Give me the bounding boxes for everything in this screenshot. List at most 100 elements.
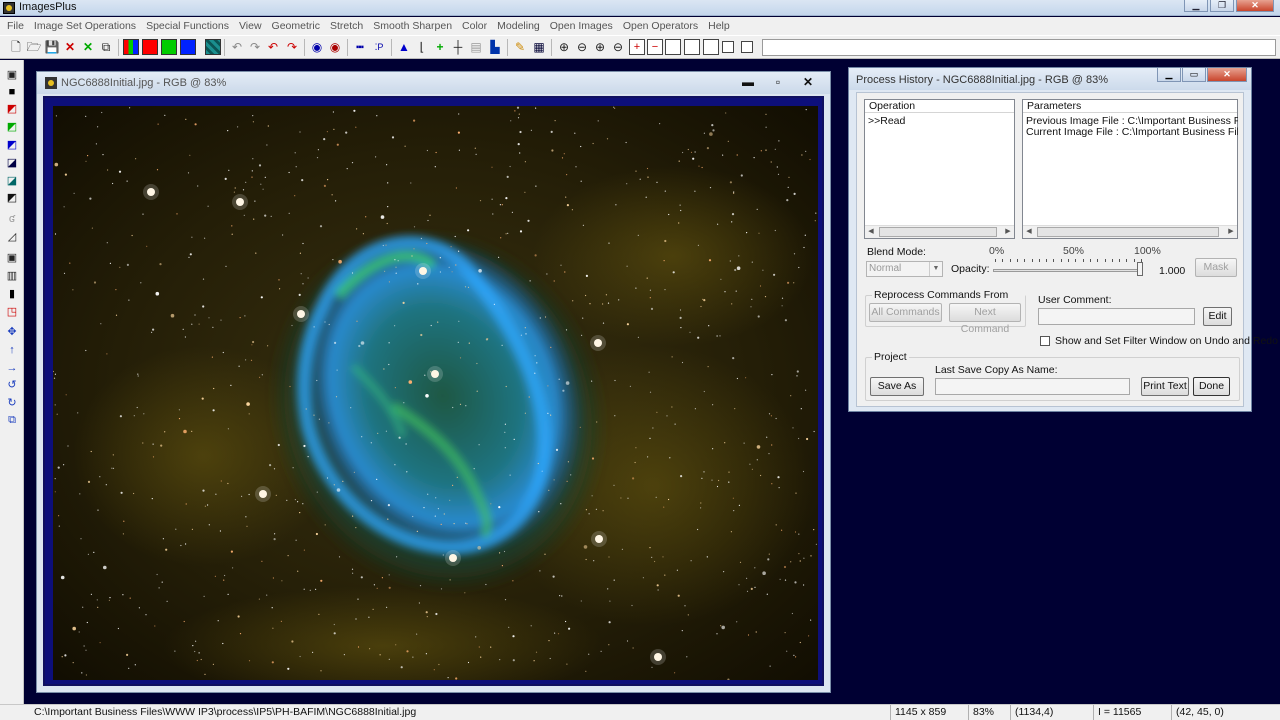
new-file-icon[interactable]: 🗋	[8, 39, 24, 55]
zoom-in-icon[interactable]: ⊕	[556, 39, 572, 55]
flip-icon[interactable]: ⧉	[5, 413, 19, 427]
print-text-button[interactable]: Print Text	[1141, 377, 1189, 396]
close-button[interactable]: ✕	[1236, 0, 1274, 12]
green-channel-icon[interactable]	[161, 39, 177, 55]
operation-header[interactable]: Operation	[865, 100, 1014, 113]
add-window-icon[interactable]: +	[629, 39, 645, 55]
scroll-right-icon[interactable]: ▶	[1225, 226, 1237, 238]
menu-image-set-operations[interactable]: Image Set Operations	[29, 20, 141, 32]
operation-hscroll[interactable]: ◀ ▶	[865, 225, 1014, 238]
user-comment-field[interactable]	[1038, 308, 1195, 325]
open-folder-icon[interactable]: 🗁	[26, 39, 42, 55]
move-icon[interactable]: ✥	[5, 325, 19, 339]
point-select-icon[interactable]: ⁚P	[371, 39, 387, 55]
menu-file[interactable]: File	[2, 20, 29, 32]
operation-scroll-thumb[interactable]	[879, 227, 997, 237]
redo-icon[interactable]: ↷	[247, 39, 263, 55]
scroll-right-icon[interactable]: ▶	[1002, 226, 1014, 238]
menu-smooth-sharpen[interactable]: Smooth Sharpen	[368, 20, 457, 32]
opacity-slider-thumb[interactable]	[1137, 262, 1143, 276]
table-icon[interactable]: ▤	[468, 39, 484, 55]
process-history-title-bar[interactable]: Process History - NGC6888Initial.jpg - R…	[849, 68, 1251, 90]
redo-all-icon[interactable]: ↷	[284, 39, 300, 55]
astro-image[interactable]	[53, 106, 818, 680]
crosshair-icon[interactable]: +	[432, 39, 448, 55]
circle-select-alt-icon[interactable]: ◉	[327, 39, 343, 55]
image-close-button[interactable]: ✕	[798, 74, 818, 90]
dotted-line-icon[interactable]: ┅	[352, 39, 368, 55]
red-channel-icon[interactable]	[142, 39, 158, 55]
zoom-fit-icon[interactable]: ⊕	[592, 39, 608, 55]
blue-channel-icon[interactable]	[180, 39, 196, 55]
edit-button[interactable]: Edit	[1203, 307, 1232, 326]
done-button[interactable]: Done	[1193, 377, 1230, 396]
menu-geometric[interactable]: Geometric	[267, 20, 325, 32]
parameters-header[interactable]: Parameters	[1023, 100, 1237, 113]
dialog-minimize-button[interactable]: ▁	[1157, 68, 1181, 82]
menu-color[interactable]: Color	[457, 20, 492, 32]
slash-tool-icon[interactable]: ◿	[5, 230, 19, 244]
arrow-up-icon[interactable]: ↑	[5, 343, 19, 357]
dialog-close-button[interactable]: ✕	[1207, 68, 1247, 82]
zoom-actual-icon[interactable]: ⊖	[610, 39, 626, 55]
window-frame-3-icon[interactable]	[703, 39, 719, 55]
menu-stretch[interactable]: Stretch	[325, 20, 368, 32]
parameters-list[interactable]: Parameters Previous Image File : C:\Impo…	[1022, 99, 1238, 239]
parameter-row[interactable]: Current Image File : C:\Important Busine…	[1026, 126, 1238, 138]
mask-button[interactable]: Mask	[1195, 258, 1237, 277]
image-window-title-bar[interactable]: NGC6888Initial.jpg - RGB @ 83% ▬ ▫ ✕	[37, 72, 830, 94]
menu-view[interactable]: View	[234, 20, 267, 32]
save-icon[interactable]: 💾	[44, 39, 60, 55]
gamma-icon[interactable]: ʛ	[5, 212, 19, 226]
rotate-left-icon[interactable]: ↺	[5, 378, 19, 392]
undo-all-icon[interactable]: ↶	[265, 39, 281, 55]
menu-open-images[interactable]: Open Images	[545, 20, 618, 32]
green-black-icon[interactable]: ◩	[5, 120, 19, 134]
image-edit-icon[interactable]: ▙	[487, 39, 503, 55]
operation-row[interactable]: >>Read	[868, 115, 905, 127]
maximize-button[interactable]: ❐	[1210, 0, 1234, 12]
undo-icon[interactable]: ↶	[229, 39, 245, 55]
curve-icon[interactable]: ⌊	[414, 39, 430, 55]
red-select-icon[interactable]: ◳	[5, 305, 19, 319]
opacity-slider-track[interactable]	[993, 269, 1143, 272]
arrow-right-icon[interactable]: →	[5, 361, 19, 375]
scroll-left-icon[interactable]: ◀	[865, 226, 877, 238]
bars-tool-icon[interactable]: ▥	[5, 269, 19, 283]
window-frame-4-icon[interactable]	[722, 41, 734, 53]
black-white-icon[interactable]: ◩	[5, 191, 19, 205]
last-save-field[interactable]	[935, 378, 1130, 395]
blue-black-icon[interactable]: ◩	[5, 138, 19, 152]
parameters-scroll-thumb[interactable]	[1037, 227, 1219, 237]
parameters-hscroll[interactable]: ◀ ▶	[1023, 225, 1237, 238]
grid-crosshair-icon[interactable]: ┼	[450, 39, 466, 55]
window-frame-icon[interactable]	[665, 39, 681, 55]
teal-black-icon[interactable]: ◪	[5, 174, 19, 188]
image-minimize-button[interactable]: ▬	[738, 74, 758, 90]
histogram-icon[interactable]: ▲	[396, 39, 412, 55]
red-black-icon[interactable]: ◩	[5, 102, 19, 116]
copy-icon[interactable]: ⧉	[98, 39, 114, 55]
next-command-button[interactable]: Next Command	[949, 303, 1021, 335]
show-filter-checkbox[interactable]	[1040, 336, 1050, 346]
save-as-button[interactable]: Save As	[870, 377, 924, 396]
operation-list[interactable]: Operation >>Read ◀ ▶	[864, 99, 1015, 239]
scroll-left-icon[interactable]: ◀	[1023, 226, 1035, 238]
blue-black-2-icon[interactable]: ◪	[5, 156, 19, 170]
menu-help[interactable]: Help	[703, 20, 735, 32]
menu-special-functions[interactable]: Special Functions	[141, 20, 234, 32]
menu-modeling[interactable]: Modeling	[492, 20, 545, 32]
image-maximize-button[interactable]: ▫	[768, 74, 788, 90]
dialog-maximize-button[interactable]: ▭	[1182, 68, 1206, 82]
circle-select-icon[interactable]: ◉	[309, 39, 325, 55]
window-frame-2-icon[interactable]	[684, 39, 700, 55]
toolbar-input-field[interactable]	[762, 39, 1276, 56]
grid-icon[interactable]: ▦	[531, 39, 547, 55]
close-all-icon[interactable]: ✕	[80, 39, 96, 55]
all-commands-button[interactable]: All Commands	[869, 303, 942, 322]
zoom-out-icon[interactable]: ⊖	[574, 39, 590, 55]
menu-open-operators[interactable]: Open Operators	[618, 20, 703, 32]
frame-tool-icon[interactable]: ▣	[5, 251, 19, 265]
save-tool-icon[interactable]: ▣	[5, 68, 19, 82]
close-x-icon[interactable]: ✕	[62, 39, 78, 55]
